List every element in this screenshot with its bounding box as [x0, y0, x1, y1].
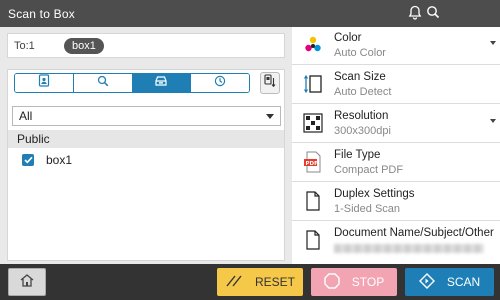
page-title: Scan to Box: [8, 6, 75, 21]
setting-document-name[interactable]: Document Name/Subject/Other: [292, 222, 500, 264]
title-bar: Scan to Box: [0, 0, 500, 27]
destination-field[interactable]: To:1 box1: [7, 33, 285, 58]
stop-label: STOP: [351, 275, 385, 289]
scan-size-icon: [302, 73, 324, 95]
resolution-grid-icon: [302, 112, 324, 134]
scan-button[interactable]: SCAN: [405, 268, 494, 296]
setting-label: Resolution: [334, 110, 389, 122]
redacted-value: [334, 244, 484, 253]
setting-scan-size[interactable]: Scan Size Auto Detect: [292, 66, 500, 104]
bell-icon[interactable]: [408, 5, 422, 20]
setting-label: Document Name/Subject/Other: [334, 227, 494, 239]
search-icon: [97, 74, 109, 92]
document-icon: [302, 190, 324, 212]
list-item-label: box1: [46, 153, 73, 167]
pdf-file-icon: PDF: [302, 151, 324, 173]
scan-label: SCAN: [446, 275, 481, 289]
user-box-icon: [38, 74, 50, 92]
setting-value: Auto Color: [334, 47, 386, 59]
setting-resolution[interactable]: Resolution 300x300dpi: [292, 105, 500, 143]
checkbox-checked-icon[interactable]: [22, 154, 34, 166]
svg-text:PDF: PDF: [306, 161, 319, 167]
reset-icon: [225, 274, 243, 291]
setting-label: File Type: [334, 149, 381, 161]
tab-history[interactable]: [191, 74, 249, 92]
chevron-down-icon: [266, 113, 274, 119]
list-item[interactable]: box1: [8, 150, 284, 170]
document-icon: [302, 229, 324, 251]
box-filter-select[interactable]: All: [12, 106, 281, 126]
setting-value: 300x300dpi: [334, 125, 391, 137]
settings-pane: Color Auto Color Scan Size Auto Detect R…: [292, 27, 500, 264]
setting-value: Auto Detect: [334, 86, 392, 98]
setting-label: Scan Size: [334, 71, 386, 83]
box-tabs: [14, 73, 250, 93]
sort-order-icon: [264, 73, 276, 93]
setting-label: Duplex Settings: [334, 188, 415, 200]
reset-label: RESET: [254, 275, 295, 289]
chevron-down-icon: [490, 119, 496, 123]
reset-button[interactable]: RESET: [217, 268, 303, 296]
stop-button[interactable]: STOP: [311, 268, 397, 296]
stop-icon: [324, 272, 340, 292]
tab-box[interactable]: [132, 74, 192, 92]
home-icon: [19, 273, 35, 292]
setting-color[interactable]: Color Auto Color: [292, 27, 500, 65]
setting-file-type[interactable]: PDF File Type Compact PDF: [292, 144, 500, 182]
color-dots-icon: [302, 34, 324, 56]
box-filter-value: All: [19, 109, 33, 123]
action-bar: RESET STOP SCAN: [0, 264, 500, 300]
sort-button[interactable]: [260, 72, 280, 94]
clock-icon: [214, 74, 226, 92]
home-button[interactable]: [8, 268, 46, 296]
setting-value: Compact PDF: [334, 164, 404, 176]
setting-duplex[interactable]: Duplex Settings 1-Sided Scan: [292, 183, 500, 221]
group-header: Public: [8, 130, 284, 148]
chevron-down-icon: [490, 41, 496, 45]
destination-count: To:1: [14, 39, 35, 52]
setting-value: 1-Sided Scan: [334, 203, 401, 215]
tab-search[interactable]: [73, 74, 133, 92]
search-icon[interactable]: [426, 5, 440, 20]
destination-chip[interactable]: box1: [64, 37, 104, 54]
destination-pane: To:1 box1 All Public box1: [0, 27, 290, 264]
setting-label: Color: [334, 32, 362, 44]
box-list-panel: All Public box1: [7, 69, 285, 261]
scan-icon: [418, 272, 435, 292]
box-icon: [154, 74, 168, 92]
tab-user-box[interactable]: [15, 74, 74, 92]
